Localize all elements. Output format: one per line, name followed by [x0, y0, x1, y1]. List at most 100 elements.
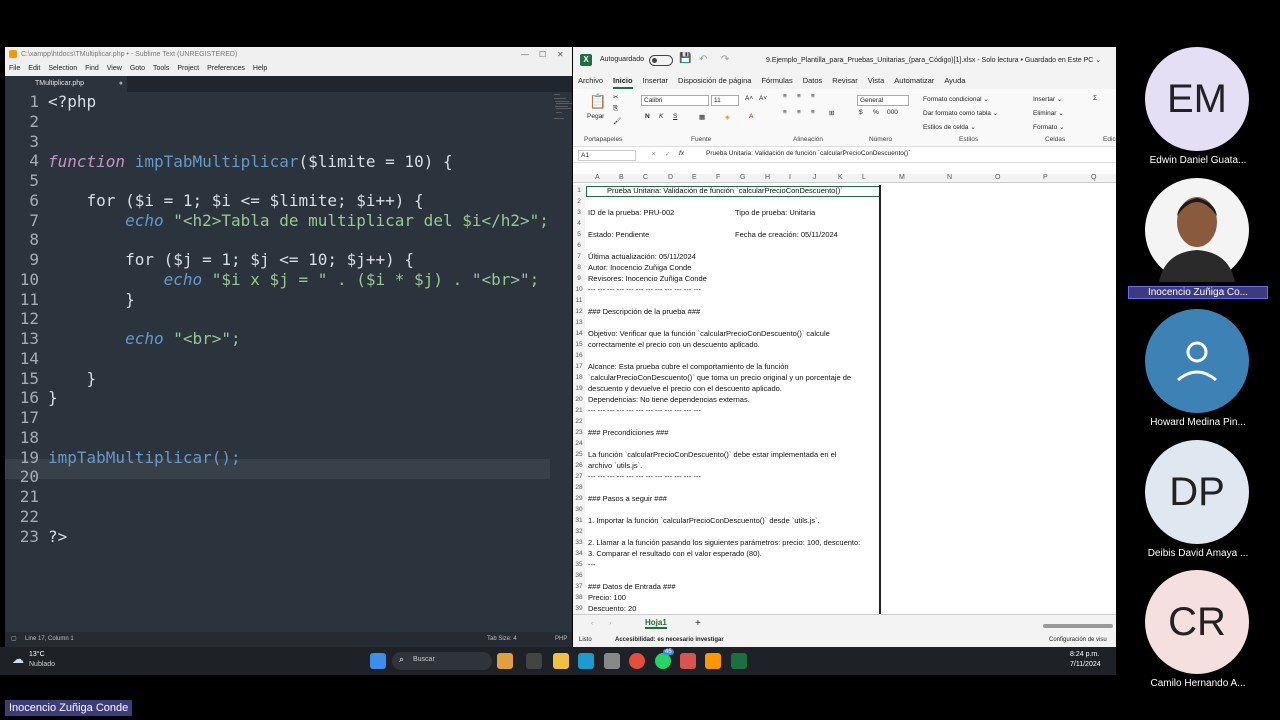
- participant-tile[interactable]: DP Deibis David Amaya ...: [1128, 440, 1268, 559]
- insert-cells-button[interactable]: Insertar ⌄: [1033, 95, 1062, 103]
- row-number[interactable]: 37: [573, 581, 585, 592]
- underline-icon[interactable]: S: [673, 113, 677, 120]
- column-header[interactable]: I: [789, 174, 791, 181]
- column-header[interactable]: E: [692, 174, 697, 181]
- ribbon-tab-vista[interactable]: Vista: [868, 73, 885, 89]
- cell-text[interactable]: Tipo de prueba: Unitaria: [735, 207, 815, 218]
- minimap[interactable]: [553, 92, 572, 122]
- ribbon-tab-datos[interactable]: Datos: [803, 73, 823, 89]
- row-number[interactable]: 27: [573, 471, 585, 482]
- cell-text[interactable]: --- --- --- --- --- --- --- --- --- --- …: [588, 405, 701, 416]
- cell-text[interactable]: ### Datos de Entrada ###: [588, 581, 676, 592]
- ribbon-tab-inicio[interactable]: Inicio: [613, 73, 633, 89]
- status-panel-icon[interactable]: ▢: [11, 632, 17, 647]
- menu-tools[interactable]: Tools: [153, 62, 169, 76]
- cell-text[interactable]: Precio: 100: [588, 592, 626, 603]
- row-number[interactable]: 8: [573, 262, 585, 273]
- maximize-icon[interactable]: ☐: [539, 47, 546, 62]
- align-middle-icon[interactable]: ≡: [797, 93, 801, 100]
- ribbon-tab-disposicion[interactable]: Disposición de página: [678, 73, 751, 89]
- bold-icon[interactable]: N: [645, 113, 650, 120]
- autosum-icon[interactable]: Σ: [1093, 95, 1097, 102]
- fill-color-icon[interactable]: ◈: [725, 113, 730, 121]
- row-number[interactable]: 24: [573, 438, 585, 449]
- cell-text[interactable]: Alcance: Esta prueba cubre el comportami…: [588, 361, 789, 372]
- row-number[interactable]: 33: [573, 537, 585, 548]
- ribbon-tab-revisar[interactable]: Revisar: [832, 73, 857, 89]
- menu-find[interactable]: Find: [85, 62, 99, 76]
- menu-help[interactable]: Help: [253, 62, 267, 76]
- row-number[interactable]: 28: [573, 482, 585, 493]
- menu-view[interactable]: View: [107, 62, 122, 76]
- column-header[interactable]: A: [595, 174, 600, 181]
- cell-text[interactable]: archivo `utils.js`.: [588, 460, 642, 471]
- participant-tile[interactable]: CR Camilo Hernando A...: [1128, 570, 1268, 689]
- sheet-prev-icon[interactable]: ‹: [591, 620, 593, 627]
- format-painter-icon[interactable]: 🖌: [613, 117, 621, 125]
- row-number[interactable]: 21: [573, 405, 585, 416]
- paste-button[interactable]: Pegar: [587, 113, 604, 120]
- cell-text[interactable]: ID de la prueba: PRU-002: [588, 207, 674, 218]
- align-left-icon[interactable]: ≡: [783, 109, 787, 116]
- row-number[interactable]: 17: [573, 361, 585, 372]
- ribbon-tab-archivo[interactable]: Archivo: [578, 73, 603, 89]
- excel-taskbar-icon[interactable]: [731, 653, 747, 669]
- status-tabsize[interactable]: Tab Size: 4: [487, 632, 517, 647]
- row-number[interactable]: 39: [573, 603, 585, 614]
- undo-icon[interactable]: ↶: [699, 54, 707, 65]
- tab-dirty-dot-icon[interactable]: ●: [119, 76, 123, 92]
- row-number[interactable]: 12: [573, 306, 585, 317]
- paste-icon[interactable]: 📋: [589, 93, 606, 110]
- weather-icon[interactable]: ☁: [12, 652, 24, 666]
- menu-project[interactable]: Project: [177, 62, 199, 76]
- font-grow-icon[interactable]: A˄: [745, 95, 753, 102]
- menu-selection[interactable]: Selection: [48, 62, 77, 76]
- whatsapp-icon[interactable]: [655, 653, 671, 669]
- cancel-formula-icon[interactable]: ✕: [651, 150, 656, 158]
- cell-text[interactable]: Revisores: Inocencio Zuñiga Conde: [588, 273, 707, 284]
- row-number[interactable]: 13: [573, 317, 585, 328]
- row-number[interactable]: 23: [573, 427, 585, 438]
- font-shrink-icon[interactable]: A˅: [759, 95, 767, 102]
- app-icon-widgets[interactable]: [497, 653, 513, 669]
- row-number[interactable]: 9: [573, 273, 585, 284]
- insert-function-icon[interactable]: fx: [679, 150, 684, 157]
- menu-edit[interactable]: Edit: [28, 62, 40, 76]
- redo-icon[interactable]: ↷: [721, 54, 729, 65]
- ribbon-tab-ayuda[interactable]: Ayuda: [944, 73, 965, 89]
- cell-text[interactable]: Fecha de creación: 05/11/2024: [735, 229, 838, 240]
- cell-text[interactable]: Dependencias: No tiene dependencias exte…: [588, 394, 750, 405]
- conditional-format-button[interactable]: Formato condicional ⌄: [923, 95, 989, 103]
- cell-text[interactable]: 1. Importar la función `calcularPrecioCo…: [588, 515, 820, 526]
- row-number[interactable]: 26: [573, 460, 585, 471]
- participant-tile[interactable]: EM Edwin Daniel Guata...: [1128, 47, 1268, 166]
- row-number[interactable]: 3: [573, 207, 585, 218]
- menu-preferences[interactable]: Preferences: [207, 62, 245, 76]
- autosave-toggle[interactable]: [649, 55, 673, 66]
- xampp-icon[interactable]: [680, 653, 696, 669]
- row-number[interactable]: 35: [573, 559, 585, 570]
- row-number[interactable]: 32: [573, 526, 585, 537]
- row-number[interactable]: 30: [573, 504, 585, 515]
- cell-text[interactable]: ### Pasos a seguir ###: [588, 493, 667, 504]
- file-explorer-icon[interactable]: [553, 653, 569, 669]
- selected-cell[interactable]: [586, 186, 880, 197]
- save-icon[interactable]: 💾: [679, 53, 691, 64]
- cell-text[interactable]: Objetivo: Verificar que la función `calc…: [588, 328, 830, 339]
- cell-styles-button[interactable]: Estilos de celda ⌄: [923, 123, 976, 131]
- cell-text[interactable]: `calcularPrecioConDescuento()` que toma …: [588, 372, 851, 383]
- cell-text[interactable]: correctamente el precio con un descuento…: [588, 339, 760, 350]
- cell-text[interactable]: Última actualización: 05/11/2024: [588, 251, 696, 262]
- column-header[interactable]: N: [947, 174, 952, 181]
- font-name-select[interactable]: Calibri: [641, 95, 709, 106]
- clock-date[interactable]: 7/11/2024: [1070, 661, 1101, 668]
- row-number[interactable]: 34: [573, 548, 585, 559]
- align-center-icon[interactable]: ≡: [797, 109, 801, 116]
- code-editor[interactable]: 1 2 3 4 5 6 7 8 9 10 11 12 13 14 15 16 17 18 19 20 21 22 23 <?…: [5, 92, 572, 632]
- menu-file[interactable]: File: [9, 62, 20, 76]
- comma-icon[interactable]: 000: [887, 109, 898, 116]
- row-number[interactable]: 5: [573, 229, 585, 240]
- ribbon-tab-automatizar[interactable]: Automatizar: [894, 73, 934, 89]
- align-bottom-icon[interactable]: ≡: [811, 93, 815, 100]
- align-right-icon[interactable]: ≡: [811, 109, 815, 116]
